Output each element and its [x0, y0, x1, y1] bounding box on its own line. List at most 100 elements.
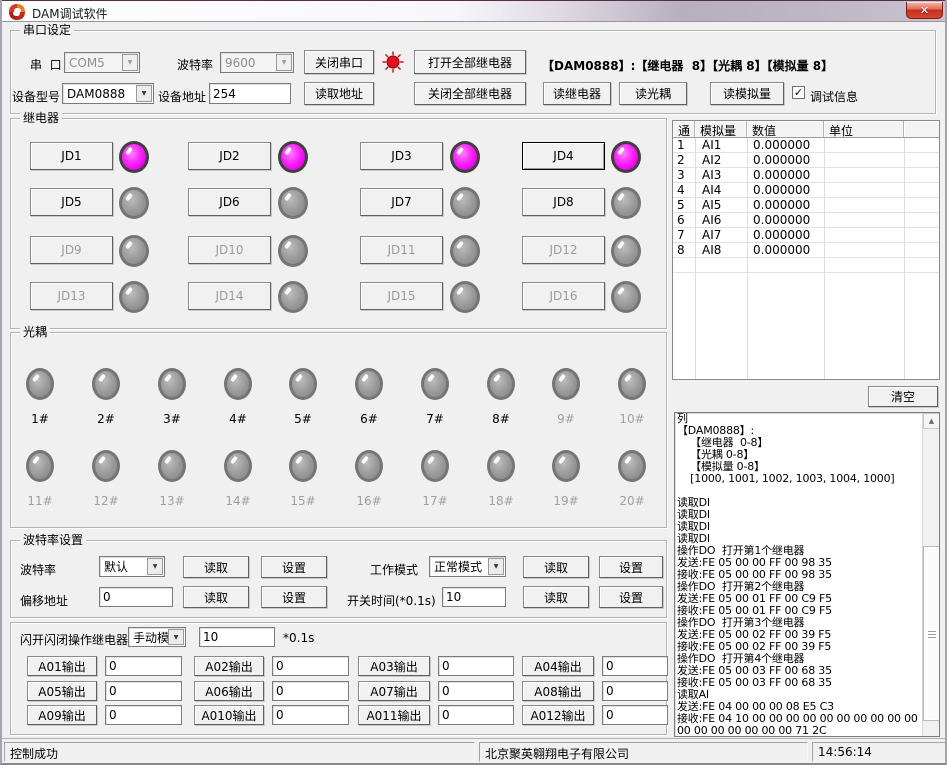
relay-button-jd3[interactable]: JD3	[360, 142, 443, 170]
output-value-input-12[interactable]	[602, 705, 668, 725]
log-scrollbar[interactable]: ▲	[922, 413, 939, 736]
output-value-input-11[interactable]	[438, 705, 514, 725]
model-label: 设备型号	[12, 88, 60, 105]
relay-button-jd8[interactable]: JD8	[522, 188, 605, 216]
relay-button-jd10[interactable]: JD10	[188, 236, 271, 264]
output-value-input-8[interactable]	[602, 681, 668, 701]
opto-group-label: 光耦	[20, 325, 50, 339]
output-value-input-2[interactable]	[272, 656, 349, 676]
output-button-a08[interactable]: A08输出	[522, 681, 594, 701]
read-opto-button[interactable]: 读光耦	[619, 82, 687, 105]
work-mode-set-button[interactable]: 设置	[599, 556, 663, 578]
output-button-a01[interactable]: A01输出	[27, 656, 97, 676]
opto-led-1	[26, 368, 54, 400]
table-row[interactable]: 8 AI8 0.000000	[673, 243, 939, 258]
output-button-a012[interactable]: A012输出	[522, 705, 594, 725]
close-button[interactable]: ✕	[906, 2, 943, 19]
relay-button-jd6[interactable]: JD6	[188, 188, 271, 216]
log-line: 【光耦 0-8】	[677, 449, 921, 461]
column-header-extra[interactable]	[904, 121, 940, 138]
relay-button-jd9[interactable]: JD9	[30, 236, 113, 264]
offset-read-button[interactable]: 读取	[183, 586, 249, 608]
output-value-input-10[interactable]	[272, 705, 349, 725]
output-button-a06[interactable]: A06输出	[194, 681, 264, 701]
flash-mode-select[interactable]: 手动模式 ▼	[128, 627, 186, 647]
relay-button-jd11[interactable]: JD11	[360, 236, 443, 264]
output-value-input-3[interactable]	[438, 656, 514, 676]
output-button-a04[interactable]: A04输出	[522, 656, 594, 676]
relay-button-jd16[interactable]: JD16	[522, 282, 605, 310]
output-value-input-5[interactable]	[105, 681, 182, 701]
debug-info-checkbox[interactable]: ✓	[792, 86, 805, 99]
table-row[interactable]: 1 AI1 0.000000	[673, 138, 939, 153]
table-row[interactable]: 5 AI5 0.000000	[673, 198, 939, 213]
close-serial-button[interactable]: 关闭串口	[304, 50, 374, 74]
log-line: 读取DI	[677, 533, 921, 545]
column-header-analog[interactable]: 模拟量	[695, 121, 747, 138]
device-address-input[interactable]	[209, 83, 291, 104]
relay-button-jd12[interactable]: JD12	[522, 236, 605, 264]
table-row[interactable]: 3 AI3 0.000000	[673, 168, 939, 183]
baud-settings-group-label: 波特率设置	[20, 533, 86, 547]
output-button-a03[interactable]: A03输出	[358, 656, 430, 676]
read-analog-button[interactable]: 读模拟量	[710, 82, 784, 105]
relay-button-jd5[interactable]: JD5	[30, 188, 113, 216]
opto-label-11: 11#	[22, 494, 58, 508]
offset-set-button[interactable]: 设置	[261, 586, 327, 608]
read-address-button[interactable]: 读取地址	[304, 82, 374, 105]
switch-time-set-button[interactable]: 设置	[599, 586, 663, 608]
com-port-select[interactable]: COM5 ▼	[64, 52, 140, 73]
baud-read-button[interactable]: 读取	[183, 556, 249, 578]
switch-time-input[interactable]	[442, 587, 506, 607]
output-button-a09[interactable]: A09输出	[27, 705, 97, 725]
scroll-thumb[interactable]	[923, 546, 940, 721]
table-row[interactable]: 6 AI6 0.000000	[673, 213, 939, 228]
open-all-relays-button[interactable]: 打开全部继电器	[414, 50, 526, 74]
close-all-relays-button[interactable]: 关闭全部继电器	[414, 82, 526, 105]
output-value-input-1[interactable]	[105, 656, 182, 676]
table-row[interactable]: 2 AI2 0.000000	[673, 153, 939, 168]
opto-led-10	[618, 368, 646, 400]
log-line: 接收:FE 04 10 00 00 00 00 00 00 00 00 00 0…	[677, 713, 921, 725]
relay-button-jd1[interactable]: JD1	[30, 142, 113, 170]
output-button-a07[interactable]: A07输出	[358, 681, 430, 701]
opto-label-13: 13#	[154, 494, 190, 508]
relay-button-jd13[interactable]: JD13	[30, 282, 113, 310]
relay-button-jd2[interactable]: JD2	[188, 142, 271, 170]
relay-button-jd4[interactable]: JD4	[522, 142, 605, 170]
output-value-input-6[interactable]	[272, 681, 349, 701]
output-button-a02[interactable]: A02输出	[194, 656, 264, 676]
output-value-input-4[interactable]	[602, 656, 668, 676]
log-line: 接收:FE 05 00 00 FF 00 98 35	[677, 569, 921, 581]
table-row[interactable]: 7 AI7 0.000000	[673, 228, 939, 243]
work-mode-read-button[interactable]: 读取	[523, 556, 589, 578]
scroll-up-button[interactable]: ▲	[923, 413, 940, 429]
baud-select[interactable]: 默认 ▼	[99, 556, 165, 577]
offset-address-input[interactable]	[99, 587, 173, 607]
output-button-a010[interactable]: A010输出	[194, 705, 264, 725]
relay-button-jd15[interactable]: JD15	[360, 282, 443, 310]
baud-rate-select[interactable]: 9600 ▼	[220, 52, 294, 73]
switch-time-read-button[interactable]: 读取	[523, 586, 589, 608]
flash-time-input[interactable]	[199, 627, 275, 647]
output-button-a05[interactable]: A05输出	[27, 681, 97, 701]
relay-led-16	[611, 281, 641, 313]
column-header-value[interactable]: 数值	[747, 121, 824, 138]
output-value-input-9[interactable]	[105, 705, 182, 725]
read-relay-button[interactable]: 读继电器	[543, 82, 611, 105]
column-header-channel[interactable]: 通	[673, 121, 695, 138]
opto-led-13	[158, 450, 186, 482]
table-row[interactable]: 4 AI4 0.000000	[673, 183, 939, 198]
opto-label-15: 15#	[285, 494, 321, 508]
status-bar: 控制成功 北京聚英翱翔电子有限公司 14:56:14	[2, 738, 945, 765]
column-header-unit[interactable]: 单位	[824, 121, 904, 138]
relay-button-jd14[interactable]: JD14	[188, 282, 271, 310]
baud-set-button[interactable]: 设置	[261, 556, 327, 578]
output-value-input-7[interactable]	[438, 681, 514, 701]
relay-button-jd7[interactable]: JD7	[360, 188, 443, 216]
work-mode-select[interactable]: 正常模式 ▼	[429, 556, 506, 577]
log-line: 【模拟量 0-8】	[677, 461, 921, 473]
device-model-select[interactable]: DAM0888 ▼	[62, 83, 154, 104]
clear-button[interactable]: 清空	[868, 386, 938, 407]
output-button-a011[interactable]: A011输出	[358, 705, 430, 725]
